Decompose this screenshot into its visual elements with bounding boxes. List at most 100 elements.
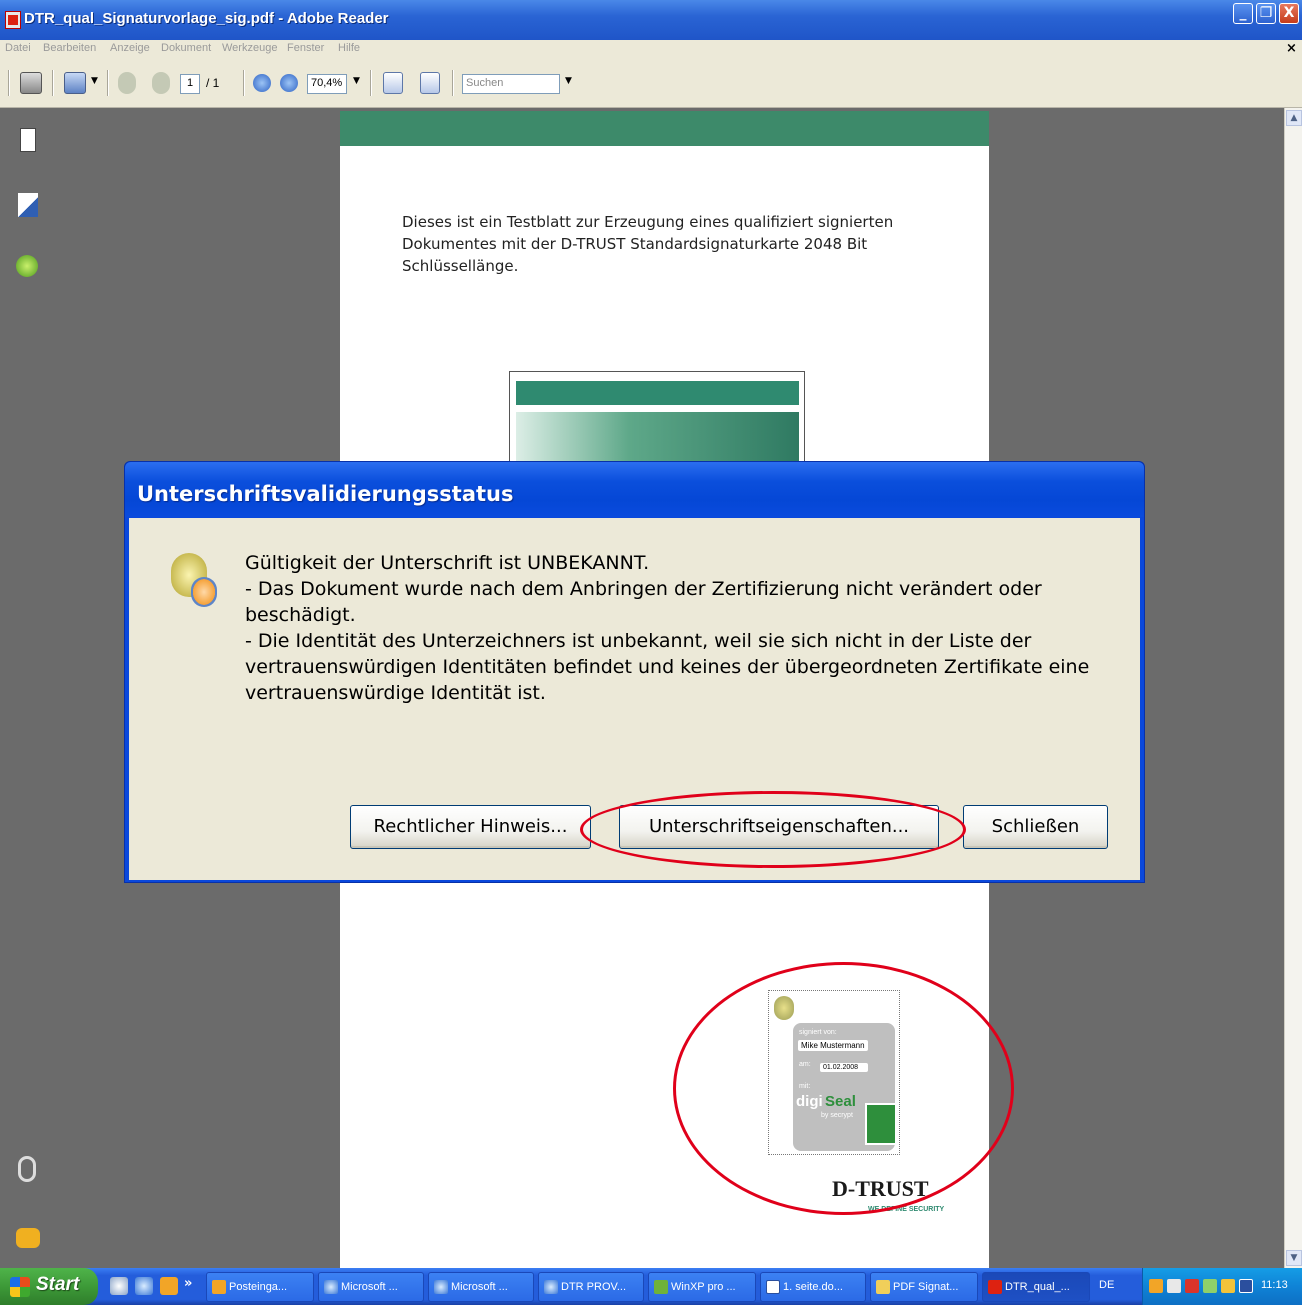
legal-notice-button[interactable]: Rechtlicher Hinweis... [350, 805, 591, 849]
outlook-icon [212, 1280, 226, 1294]
toolbar-separator [107, 70, 109, 96]
annotation-ellipse-seal [673, 962, 1014, 1215]
page-header-banner [340, 111, 989, 146]
outlook-icon[interactable] [160, 1277, 178, 1295]
menu-datei[interactable]: Datei [5, 42, 31, 54]
windows-logo-icon [10, 1277, 30, 1297]
taskbar-item-label: PDF Signat... [893, 1281, 959, 1293]
taskbar-item-label: DTR_qual_... [1005, 1281, 1070, 1293]
menu-bearbeiten[interactable]: Bearbeiten [43, 42, 96, 54]
taskbar-item-word[interactable]: 1. seite.do... [760, 1272, 866, 1302]
app-icon [654, 1280, 668, 1294]
menu-anzeige[interactable]: Anzeige [110, 42, 150, 54]
page-total: / 1 [206, 76, 220, 90]
tray-network-icon[interactable] [1203, 1279, 1217, 1293]
scroll-up-icon[interactable]: ▲ [1286, 110, 1302, 126]
page-number-input[interactable]: 1 [180, 74, 200, 94]
scroll-down-icon[interactable]: ▼ [1286, 1250, 1302, 1266]
taskbar-item-label: Posteinga... [229, 1281, 288, 1293]
unknown-signature-icon [169, 553, 219, 609]
help-icon[interactable] [16, 255, 38, 277]
show-desktop-icon[interactable] [110, 1277, 128, 1295]
taskbar-item-label: 1. seite.do... [783, 1281, 843, 1293]
window-titlebar[interactable]: DTR_qual_Signaturvorlage_sig.pdf - Adobe… [0, 0, 1302, 40]
volume-icon[interactable] [1167, 1279, 1181, 1293]
folder-icon [876, 1280, 890, 1294]
tray-card-reader-icon[interactable] [1239, 1279, 1253, 1293]
close-document-icon[interactable]: × [1286, 41, 1297, 56]
comments-icon[interactable] [16, 1228, 40, 1248]
taskbar-item-label: Microsoft ... [341, 1281, 398, 1293]
word-document-icon [766, 1280, 780, 1294]
clock[interactable]: 11:13 [1261, 1279, 1288, 1291]
internet-explorer-icon [324, 1280, 338, 1294]
taskbar-item-dtr-prov[interactable]: DTR PROV... [538, 1272, 644, 1302]
previous-page-icon[interactable] [118, 72, 136, 94]
taskbar-item-pdf-folder[interactable]: PDF Signat... [870, 1272, 978, 1302]
taskbar-item-microsoft-2[interactable]: Microsoft ... [428, 1272, 534, 1302]
menu-fenster[interactable]: Fenster [287, 42, 324, 54]
zoom-out-icon[interactable] [253, 74, 271, 92]
internet-explorer-icon[interactable] [135, 1277, 153, 1295]
toolbar-grip [8, 70, 10, 96]
card-banner [516, 381, 799, 405]
taskbar-item-posteingang[interactable]: Posteinga... [206, 1272, 314, 1302]
taskbar-item-label: DTR PROV... [561, 1281, 626, 1293]
zoom-dropdown-icon[interactable]: ▼ [353, 76, 360, 86]
toolbar-separator [452, 70, 454, 96]
search-dropdown-icon[interactable]: ▼ [565, 76, 572, 86]
taskbar-item-adobe-reader[interactable]: DTR_qual_... [982, 1272, 1090, 1302]
internet-explorer-icon [544, 1280, 558, 1294]
close-dialog-button[interactable]: Schließen [963, 805, 1108, 849]
attachment-icon[interactable] [18, 1156, 36, 1182]
dialog-title: Unterschriftsvalidierungsstatus [137, 482, 514, 506]
toolbar-separator [370, 70, 372, 96]
dialog-message: Gültigkeit der Unterschrift ist UNBEKANN… [245, 550, 1125, 706]
adobe-reader-icon [5, 11, 21, 29]
navigation-pane [0, 108, 70, 1268]
annotation-ellipse-button [580, 791, 966, 868]
signatures-panel-icon[interactable] [18, 193, 38, 217]
language-indicator[interactable]: DE [1099, 1279, 1114, 1291]
tray-outlook-icon[interactable] [1149, 1279, 1163, 1293]
message-line-integrity: - Das Dokument wurde nach dem Anbringen … [245, 578, 1042, 626]
message-line-status: Gültigkeit der Unterschrift ist UNBEKANN… [245, 552, 650, 574]
toolbar-separator [52, 70, 54, 96]
tray-alert-icon[interactable] [1221, 1279, 1235, 1293]
menu-werkzeuge[interactable]: Werkzeuge [222, 42, 277, 54]
taskbar-item-label: WinXP pro ... [671, 1281, 736, 1293]
print-icon[interactable] [20, 72, 42, 94]
minimize-button[interactable]: _ [1233, 3, 1253, 24]
fit-page-icon[interactable] [420, 72, 440, 94]
signature-tool-icon[interactable] [64, 72, 86, 94]
adobe-reader-icon [988, 1280, 1002, 1294]
internet-explorer-icon [434, 1280, 448, 1294]
document-intro-text: Dieses ist ein Testblatt zur Erzeugung e… [402, 213, 894, 275]
taskbar: Start » Posteinga... Microsoft ... Micro… [0, 1268, 1302, 1305]
start-label: Start [36, 1274, 80, 1295]
next-page-icon[interactable] [152, 72, 170, 94]
maximize-button[interactable]: ❐ [1256, 3, 1276, 24]
tray-security-icon[interactable] [1185, 1279, 1199, 1293]
toolbar-separator [243, 70, 245, 96]
menu-hilfe[interactable]: Hilfe [338, 42, 360, 54]
quick-launch-overflow-icon[interactable]: » [184, 1276, 192, 1291]
zoom-level-input[interactable]: 70,4% [307, 74, 347, 94]
window-title: DTR_qual_Signaturvorlage_sig.pdf - Adobe… [24, 10, 389, 27]
menu-dokument[interactable]: Dokument [161, 42, 211, 54]
start-button[interactable]: Start [0, 1268, 98, 1305]
dialog-titlebar[interactable]: Unterschriftsvalidierungsstatus [125, 462, 1144, 517]
zoom-in-icon[interactable] [280, 74, 298, 92]
system-tray: 11:13 [1142, 1268, 1302, 1305]
fit-width-icon[interactable] [383, 72, 403, 94]
menubar: Datei Bearbeiten Anzeige Dokument Werkze… [0, 40, 1302, 60]
signature-card-image [509, 371, 805, 472]
search-input[interactable]: Suchen [462, 74, 560, 94]
taskbar-item-winxp[interactable]: WinXP pro ... [648, 1272, 756, 1302]
taskbar-item-label: Microsoft ... [451, 1281, 508, 1293]
taskbar-item-microsoft-1[interactable]: Microsoft ... [318, 1272, 424, 1302]
pages-icon[interactable] [20, 128, 36, 152]
chevron-down-icon[interactable]: ▼ [91, 76, 98, 86]
close-window-button[interactable]: X [1279, 3, 1299, 24]
vertical-scrollbar[interactable]: ▲ ▼ [1284, 108, 1302, 1268]
